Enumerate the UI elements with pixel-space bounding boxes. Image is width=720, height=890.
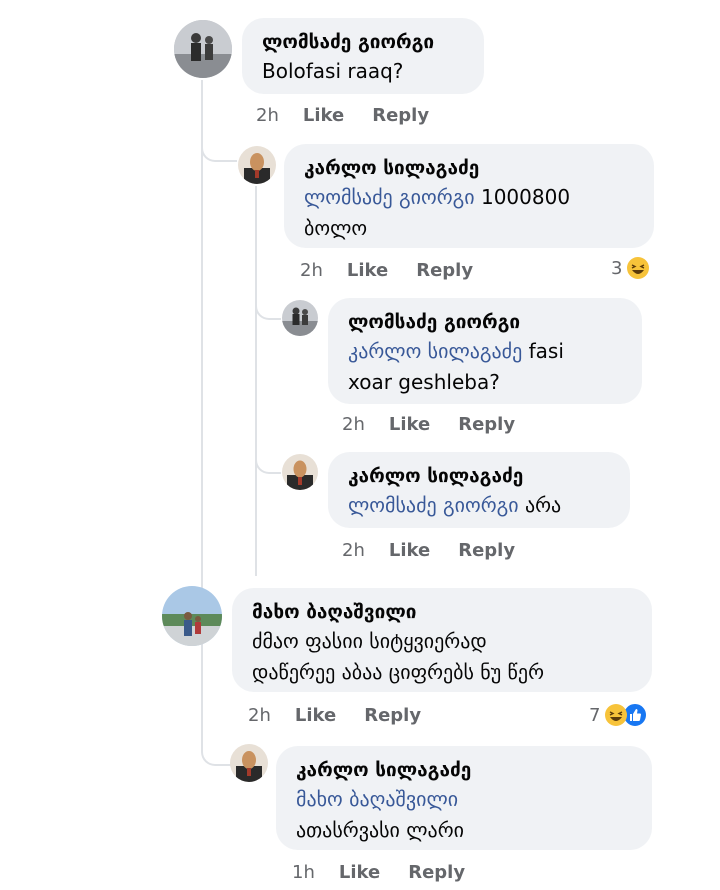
comment-author[interactable]: მახო ბაღაშვილი <box>252 598 632 626</box>
reaction-count: 3 <box>611 257 623 279</box>
haha-emoji-icon <box>626 256 650 280</box>
comment-text-line: xoar geshleba? <box>348 370 500 394</box>
comment-bubble: მახო ბაღაშვილი ძმაო ფასიი სიტყვიერად დაწ… <box>232 588 652 692</box>
avatar[interactable] <box>238 146 276 184</box>
comment-author[interactable]: კარლო სილაგაძე <box>348 462 610 490</box>
like-button[interactable]: Like <box>347 260 388 281</box>
comment-text: კარლო სილაგაძე fasi <box>348 336 622 367</box>
comment-text: ლომსაძე გიორგი 1000800 <box>304 182 634 213</box>
thread-connector <box>255 442 281 474</box>
thread-line-main <box>201 80 203 628</box>
reply-button[interactable]: Reply <box>372 105 429 126</box>
reply-button[interactable]: Reply <box>408 862 465 883</box>
thread-connector <box>201 130 237 162</box>
comment-time[interactable]: 2h <box>248 705 271 726</box>
mention-link[interactable]: ლომსაძე გიორგი <box>348 493 519 517</box>
like-button[interactable]: Like <box>389 414 430 435</box>
comment-author[interactable]: ლომსაძე გიორგი <box>348 308 622 336</box>
reaction-summary[interactable]: 3 <box>611 256 650 280</box>
comment-actions: 2h Like Reply <box>300 260 501 281</box>
comment-actions: 2h Like Reply <box>342 540 543 561</box>
comment-actions: 2h Like Reply <box>256 105 457 126</box>
avatar[interactable] <box>282 454 318 490</box>
comment-text: ძმაო ფასიი სიტყვიერად <box>252 629 487 653</box>
comment-text-part: არა <box>518 493 562 517</box>
comment-text-part: fasi <box>522 339 564 363</box>
avatar[interactable] <box>162 586 222 646</box>
mention-link[interactable]: კარლო სილაგაძე <box>348 339 522 363</box>
avatar[interactable] <box>174 20 232 78</box>
comment-author[interactable]: ლომსაძე გიორგი <box>262 28 464 56</box>
like-button[interactable]: Like <box>295 705 336 726</box>
comment-bubble: კარლო სილაგაძე მახო ბაღაშვილი ათასრვასი … <box>276 746 652 850</box>
comment-time[interactable]: 1h <box>292 862 315 883</box>
comment-bubble: კარლო სილაგაძე ლომსაძე გიორგი 1000800 ბო… <box>284 144 654 248</box>
like-button[interactable]: Like <box>339 862 380 883</box>
reply-button[interactable]: Reply <box>458 540 515 561</box>
comment-text-part: 1000800 <box>474 185 571 209</box>
comment-text: Bolofasi raaq? <box>262 59 404 83</box>
haha-emoji-icon <box>604 703 628 727</box>
thread-line-second <box>201 632 203 732</box>
comment-text: მახო ბაღაშვილი <box>296 784 632 815</box>
comment-author[interactable]: კარლო სილაგაძე <box>304 154 634 182</box>
mention-link[interactable]: მახო ბაღაშვილი <box>296 787 458 811</box>
like-button[interactable]: Like <box>389 540 430 561</box>
comment-text-line: დაწერეე აბაა ციფრებს ნუ წერ <box>252 660 544 684</box>
comment-actions: 2h Like Reply <box>248 705 449 726</box>
comment-text-line: ათასრვასი ლარი <box>296 818 464 842</box>
reply-button[interactable]: Reply <box>416 260 473 281</box>
reply-button[interactable]: Reply <box>364 705 421 726</box>
comment-actions: 1h Like Reply <box>292 862 493 883</box>
comment-time[interactable]: 2h <box>300 260 323 281</box>
comment-time[interactable]: 2h <box>342 414 365 435</box>
comment-time[interactable]: 2h <box>256 105 279 126</box>
comment-text-line: ბოლო <box>304 216 368 240</box>
comment-bubble: ლომსაძე გიორგი Bolofasi raaq? <box>242 18 484 94</box>
comment-text: ლომსაძე გიორგი არა <box>348 490 610 521</box>
thread-line-nested <box>255 186 257 576</box>
thread-connector <box>255 290 281 320</box>
comment-author[interactable]: კარლო სილაგაძე <box>296 756 632 784</box>
avatar[interactable] <box>282 300 318 336</box>
mention-link[interactable]: ლომსაძე გიორგი <box>304 185 475 209</box>
comment-actions: 2h Like Reply <box>342 414 543 435</box>
reaction-summary[interactable]: 7 <box>589 702 649 728</box>
like-button[interactable]: Like <box>303 105 344 126</box>
avatar[interactable] <box>230 744 268 782</box>
comment-time[interactable]: 2h <box>342 540 365 561</box>
comment-bubble: ლომსაძე გიორგი კარლო სილაგაძე fasi xoar … <box>328 298 642 404</box>
comment-bubble: კარლო სილაგაძე ლომსაძე გიორგი არა <box>328 452 630 528</box>
reply-button[interactable]: Reply <box>458 414 515 435</box>
reaction-count: 7 <box>589 704 601 726</box>
